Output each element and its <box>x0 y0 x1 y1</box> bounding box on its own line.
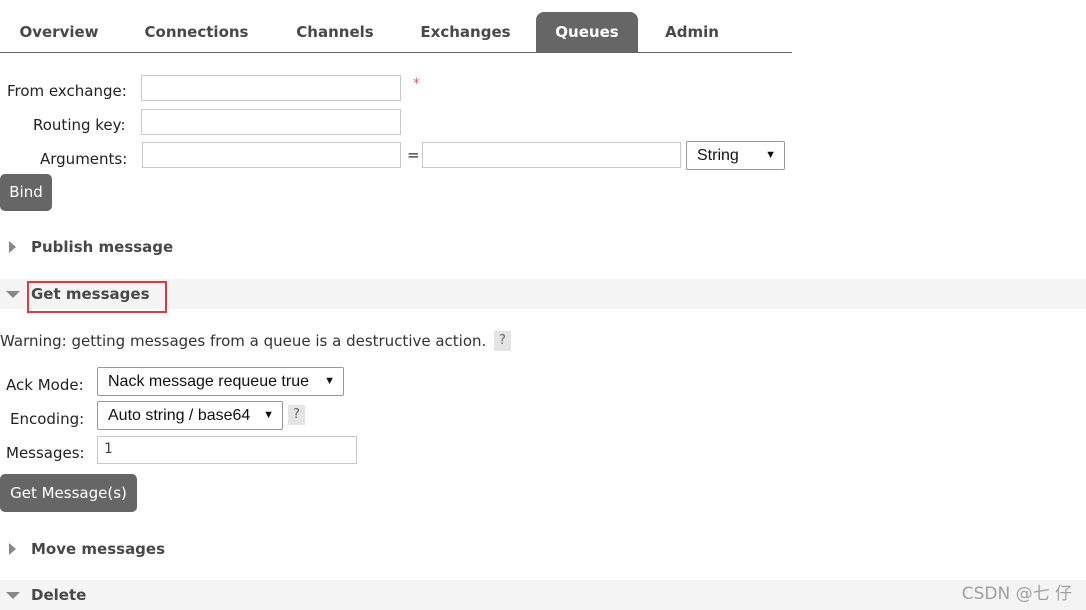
arguments-label: Arguments: <box>40 150 128 168</box>
delete-title: Delete <box>31 586 87 604</box>
tab-exchanges[interactable]: Exchanges <box>395 12 536 52</box>
move-messages-title: Move messages <box>31 540 166 558</box>
publish-message-title: Publish message <box>31 238 174 256</box>
collapse-arrow-icon <box>6 291 20 298</box>
expand-arrow-icon <box>9 241 16 253</box>
encoding-help-icon[interactable]: ? <box>288 405 305 425</box>
ack-mode-value: Nack message requeue true <box>108 373 309 390</box>
argument-type-value: String <box>697 147 739 164</box>
tab-connections[interactable]: Connections <box>118 12 275 52</box>
delete-section[interactable]: Delete <box>0 580 1086 610</box>
page-root: Overview Connections Channels Exchanges … <box>0 0 1086 610</box>
from-exchange-input[interactable] <box>141 75 401 101</box>
collapse-arrow-icon <box>6 592 20 599</box>
encoding-select[interactable]: Auto string / base64 ▼ <box>97 401 283 430</box>
encoding-value: Auto string / base64 <box>108 407 251 424</box>
move-messages-section[interactable]: Move messages <box>0 535 1086 565</box>
required-mark: * <box>413 76 420 92</box>
chevron-down-icon: ▼ <box>765 149 776 161</box>
tab-channels[interactable]: Channels <box>275 12 395 52</box>
messages-label: Messages: <box>6 444 85 462</box>
ack-mode-select[interactable]: Nack message requeue true ▼ <box>97 367 344 396</box>
argument-key-input[interactable] <box>142 142 401 168</box>
routing-key-label: Routing key: <box>33 116 126 134</box>
tab-overview[interactable]: Overview <box>0 12 118 52</box>
arguments-equals: = <box>407 146 420 164</box>
tab-queues[interactable]: Queues <box>536 12 638 52</box>
routing-key-input[interactable] <box>141 109 401 135</box>
ack-mode-label: Ack Mode: <box>6 376 84 394</box>
encoding-label: Encoding: <box>10 410 85 428</box>
publish-message-section[interactable]: Publish message <box>0 233 1086 263</box>
get-messages-button[interactable]: Get Message(s) <box>0 474 137 512</box>
tab-admin[interactable]: Admin <box>638 12 746 52</box>
expand-arrow-icon <box>9 543 16 555</box>
bind-button[interactable]: Bind <box>0 174 52 211</box>
highlight-box <box>27 281 167 313</box>
argument-type-select[interactable]: String ▼ <box>686 141 785 170</box>
destructive-warning: Warning: getting messages from a queue i… <box>0 332 487 350</box>
from-exchange-label: From exchange: <box>7 82 127 100</box>
chevron-down-icon: ▼ <box>324 375 335 387</box>
watermark: CSDN @七 仔 <box>961 584 1072 604</box>
chevron-down-icon: ▼ <box>263 409 274 421</box>
main-nav: Overview Connections Channels Exchanges … <box>0 12 792 53</box>
messages-count-input[interactable]: 1 <box>97 436 357 464</box>
warning-help-icon[interactable]: ? <box>494 331 511 351</box>
argument-value-input[interactable] <box>422 142 681 168</box>
